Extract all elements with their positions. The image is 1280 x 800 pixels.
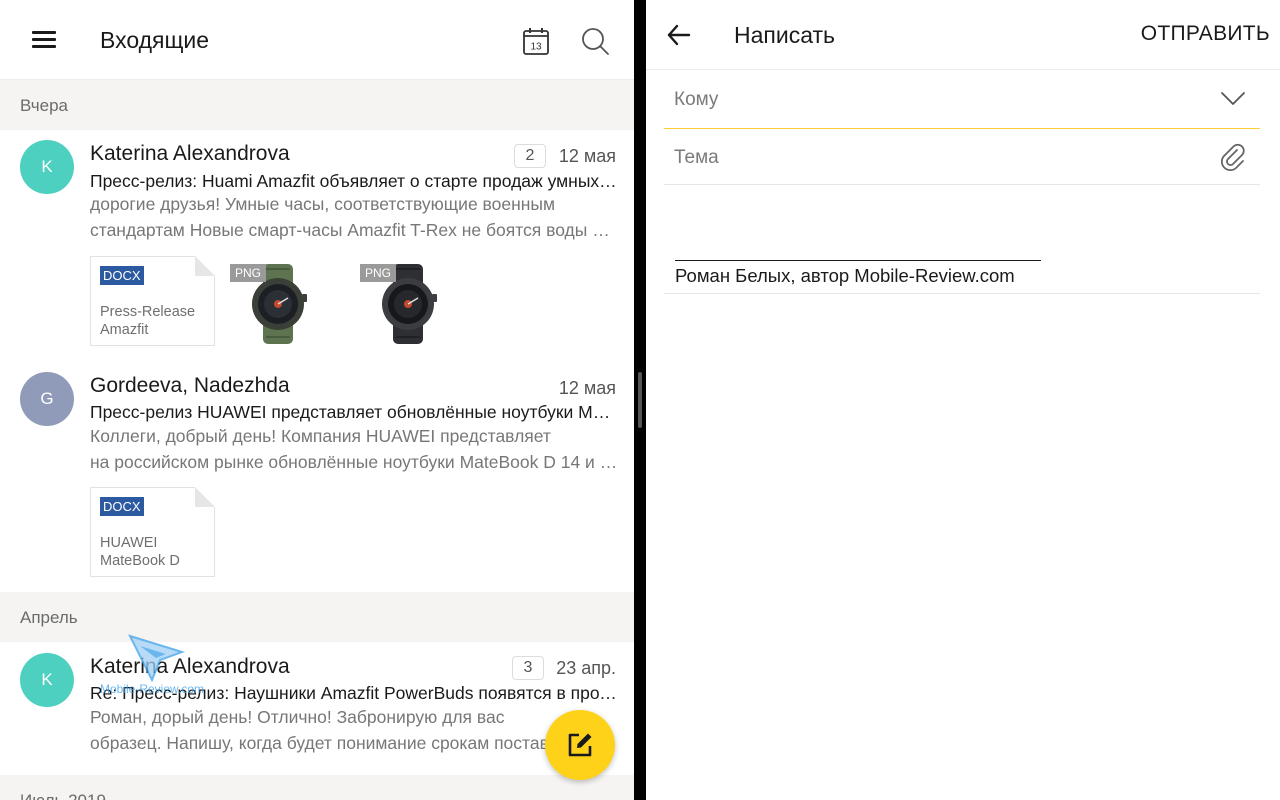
recipient-input[interactable] (674, 86, 1174, 114)
email-sender: Katerina Alexandrova (90, 655, 290, 678)
section-label: Апрель (20, 608, 78, 627)
inbox-pane: Входящие 13 Вчера K Katerina Alexandrova… (0, 0, 634, 800)
compose-button[interactable] (545, 710, 615, 780)
section-label: Вчера (20, 96, 68, 115)
file-type-badge: PNG (230, 264, 267, 282)
avatar: K (20, 140, 74, 194)
thread-count-badge: 2 (514, 144, 546, 168)
recipient-field (664, 72, 1260, 129)
signature-divider (675, 260, 1041, 261)
section-header-july: Июль 2019 (0, 775, 634, 800)
section-header-yesterday: Вчера (0, 80, 634, 130)
avatar-initial: G (40, 389, 54, 408)
compose-pane: Написать ОТПРАВИТЬ Роман Белых, автор Mo… (646, 0, 1280, 800)
attachment-image-green-watch[interactable]: PNG (230, 264, 330, 354)
email-list-item[interactable]: G Gordeeva, Nadezhda 12 мая Пресс-релиз … (0, 362, 634, 592)
subject-input[interactable] (674, 144, 1174, 172)
email-snippet: образец. Напишу, когда будет понимание с… (90, 733, 567, 753)
compose-title: Написать (734, 22, 836, 48)
email-list-item[interactable]: K Katerina Alexandrova 3 23 апр. Re: Пре… (0, 642, 634, 775)
calendar-icon[interactable]: 13 (522, 26, 550, 56)
inbox-title: Входящие (100, 27, 210, 53)
split-resize-handle[interactable] (638, 372, 642, 428)
avatar: K (20, 653, 74, 707)
attachment-docx[interactable]: DOCX Press-Release Amazfit (90, 256, 215, 346)
attachment-docx[interactable]: DOCX HUAWEI MateBook D (90, 487, 215, 577)
file-name: HUAWEI MateBook D (100, 535, 180, 569)
email-list-item[interactable]: K Katerina Alexandrova 2 12 мая Пресс-ре… (0, 130, 634, 362)
email-snippet: стандартам Новые смарт-часы Amazfit T-Re… (90, 220, 618, 240)
compose-toolbar: Написать ОТПРАВИТЬ (646, 0, 1280, 70)
email-sender: Katerina Alexandrova (90, 142, 290, 165)
section-label: Июль 2019 (20, 791, 106, 800)
file-type-badge: DOCX (100, 497, 144, 516)
email-subject: Re: Пресс-релиз: Наушники Amazfit PowerB… (90, 683, 618, 703)
email-date: 12 мая (558, 146, 616, 166)
attachment-image-black-watch[interactable]: PNG (360, 264, 460, 354)
compose-icon (568, 733, 592, 757)
section-header-april: Апрель (0, 592, 634, 642)
chevron-down-icon[interactable] (1220, 88, 1246, 110)
email-snippet: Роман, дорый день! Отлично! Забронирую д… (90, 707, 505, 727)
inbox-toolbar: Входящие 13 (0, 0, 634, 80)
email-snippet: на российском рынке обновлённые ноутбуки… (90, 452, 618, 472)
back-arrow-icon[interactable] (666, 22, 692, 48)
file-name: Press-Release Amazfit (100, 304, 196, 338)
email-subject: Пресс-релиз: Huami Amazfit объявляет о с… (90, 171, 618, 191)
thread-count-badge: 3 (512, 656, 544, 680)
email-snippet: дорогие друзья! Умные часы, соответствую… (90, 194, 556, 214)
file-type-badge: DOCX (100, 266, 144, 285)
avatar: G (20, 372, 74, 426)
split-divider (634, 0, 646, 800)
calendar-day: 13 (530, 42, 542, 53)
menu-icon[interactable] (32, 30, 58, 50)
email-date: 23 апр. (556, 658, 616, 678)
avatar-initial: K (41, 157, 53, 176)
search-icon[interactable] (580, 26, 610, 56)
email-subject: Пресс-релиз HUAWEI представляет обновлён… (90, 402, 618, 422)
message-body-editor[interactable]: Роман Белых, автор Mobile-Review.com (664, 186, 1260, 294)
subject-field (664, 130, 1260, 185)
send-button[interactable]: ОТПРАВИТЬ (1141, 22, 1270, 46)
email-snippet: Коллеги, добрый день! Компания HUAWEI пр… (90, 426, 551, 446)
signature-text: Роман Белых, автор Mobile-Review.com (675, 265, 1015, 286)
file-type-badge: PNG (360, 264, 397, 282)
email-date: 12 мая (558, 378, 616, 398)
paperclip-icon[interactable] (1220, 142, 1246, 172)
email-sender: Gordeeva, Nadezhda (90, 374, 290, 397)
avatar-initial: K (41, 670, 53, 689)
